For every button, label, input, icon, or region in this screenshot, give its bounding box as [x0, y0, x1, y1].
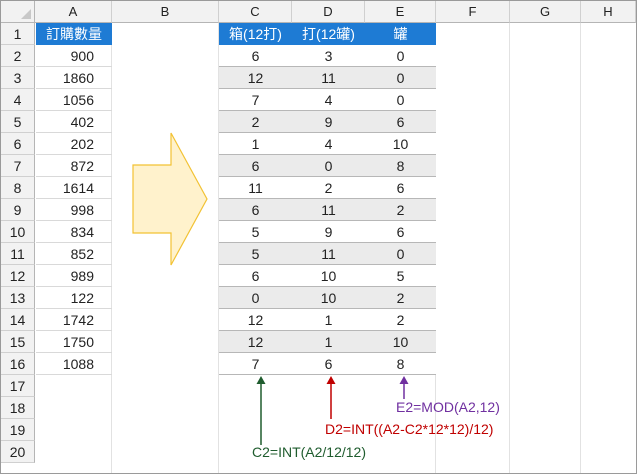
formula-note-e2: E2=MOD(A2,12) [396, 399, 500, 415]
spreadsheet[interactable]: A B C D E F G H 1 2 3 4 5 6 7 8 9 10 11 12 13 14 15 16 1… [0, 0, 637, 474]
formula-note-c2: C2=INT(A2/12/12) [252, 444, 366, 460]
right-arrow-shape[interactable] [132, 132, 208, 266]
arrowhead-icon [399, 376, 409, 384]
arrowhead-icon [326, 376, 336, 384]
arrowhead-icon [256, 376, 266, 384]
formula-note-d2: D2=INT((A2-C2*12*12)/12) [325, 421, 494, 437]
drawing-layer [132, 132, 409, 445]
